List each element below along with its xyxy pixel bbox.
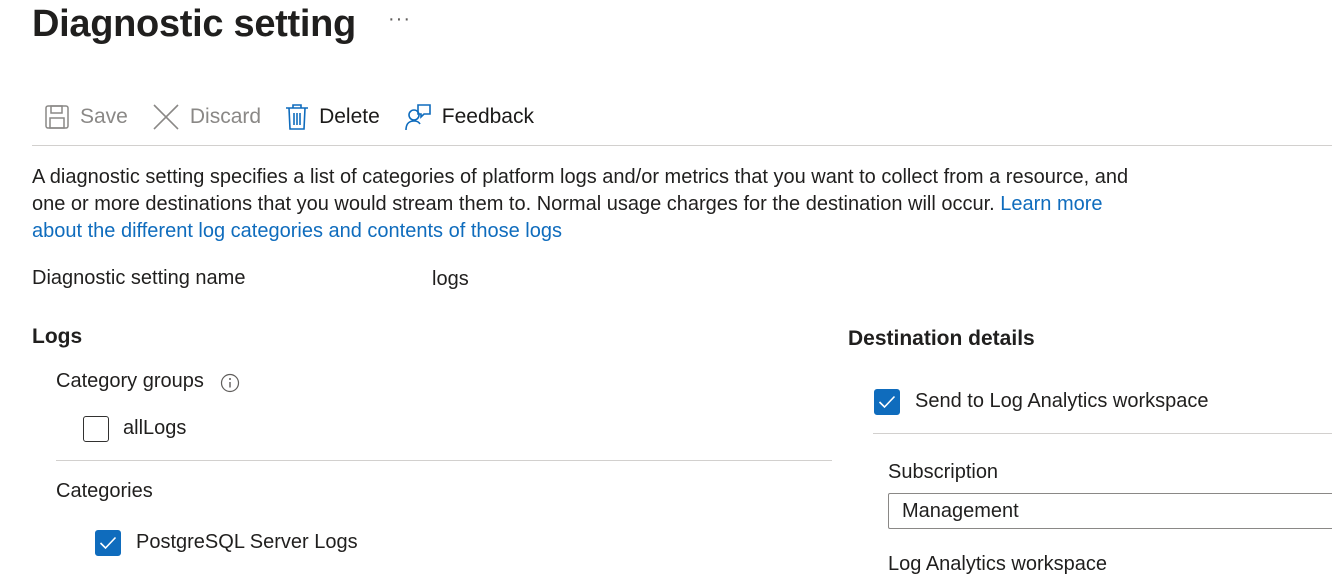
close-icon bbox=[153, 104, 179, 130]
description-text: A diagnostic setting specifies a list of… bbox=[32, 166, 1129, 215]
info-icon[interactable] bbox=[220, 373, 240, 393]
logs-divider bbox=[56, 460, 832, 461]
delete-label: Delete bbox=[319, 105, 380, 128]
logs-section-title: Logs bbox=[32, 325, 83, 348]
workspace-label: Log Analytics workspace bbox=[888, 553, 1108, 575]
send-law-label: Send to Log Analytics workspace bbox=[915, 390, 1209, 412]
description: A diagnostic setting specifies a list of… bbox=[32, 164, 1152, 245]
feedback-icon bbox=[404, 104, 431, 131]
page-title: Diagnostic setting bbox=[32, 3, 356, 45]
destination-section-title: Destination details bbox=[848, 327, 1035, 350]
category-groups-label: Category groups bbox=[56, 370, 204, 392]
feedback-label: Feedback bbox=[441, 105, 534, 128]
subscription-dropdown[interactable]: Management bbox=[888, 493, 1332, 529]
toolbar-divider bbox=[32, 145, 1332, 146]
categories-label: Categories bbox=[56, 480, 153, 502]
save-icon bbox=[45, 105, 69, 129]
more-options-icon[interactable]: ··· bbox=[388, 8, 411, 31]
setting-name-label: Diagnostic setting name bbox=[32, 267, 246, 289]
save-button[interactable]: Save bbox=[44, 104, 128, 130]
alllogs-checkbox[interactable] bbox=[83, 416, 109, 442]
postgresql-logs-label: PostgreSQL Server Logs bbox=[136, 531, 358, 553]
subscription-label: Subscription bbox=[888, 461, 999, 483]
feedback-button[interactable]: Feedback bbox=[404, 103, 534, 131]
delete-button[interactable]: Delete bbox=[285, 103, 380, 131]
save-label: Save bbox=[80, 105, 128, 128]
postgresql-logs-checkbox[interactable] bbox=[95, 530, 121, 556]
trash-icon bbox=[286, 104, 309, 130]
toolbar: Save Discard Delete Feedback bbox=[44, 100, 558, 134]
checkmark-icon bbox=[99, 536, 117, 550]
setting-name-value: logs bbox=[432, 268, 469, 290]
alllogs-label: allLogs bbox=[123, 417, 187, 439]
discard-button[interactable]: Discard bbox=[152, 103, 261, 131]
destination-divider bbox=[873, 433, 1332, 434]
discard-label: Discard bbox=[189, 105, 262, 128]
checkmark-icon bbox=[878, 395, 896, 409]
send-law-checkbox[interactable] bbox=[874, 389, 900, 415]
